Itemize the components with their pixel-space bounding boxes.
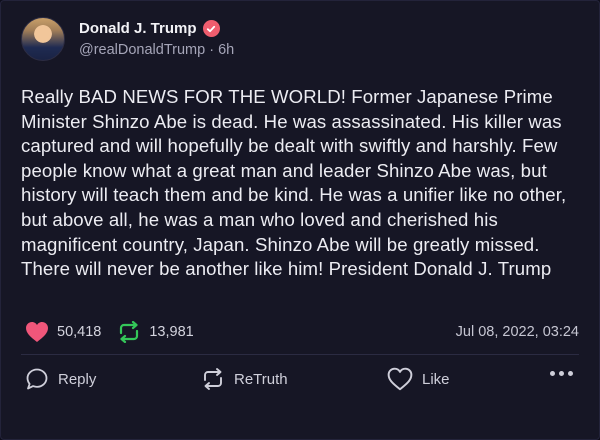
post-timestamp[interactable]: Jul 08, 2022, 03:24 bbox=[456, 324, 579, 340]
retruth-button[interactable]: ReTruth bbox=[201, 367, 288, 391]
heart-icon bbox=[26, 322, 48, 342]
speech-bubble-icon bbox=[26, 368, 48, 390]
more-options-button[interactable] bbox=[550, 371, 573, 376]
like-count-stat[interactable]: 50,418 bbox=[25, 321, 101, 343]
separator-dot: · bbox=[209, 42, 219, 58]
author-display-name[interactable]: Donald J. Trump bbox=[79, 20, 197, 37]
verified-badge-icon bbox=[202, 20, 220, 37]
action-bar: Reply ReTruth Like bbox=[25, 367, 579, 397]
post-text: Really BAD NEWS FOR THE WORLD! Former Ja… bbox=[21, 86, 567, 280]
post-card: Donald J. Trump @realDonaldTrump · 6h Re… bbox=[0, 0, 600, 440]
author-name-row: Donald J. Trump bbox=[79, 20, 234, 37]
retruth-icon bbox=[204, 368, 222, 390]
ellipsis-icon-dot bbox=[559, 371, 564, 376]
heart-outline-icon bbox=[387, 367, 413, 391]
retruth-icon bbox=[120, 321, 139, 343]
author-info: Donald J. Trump @realDonaldTrump · 6h bbox=[79, 20, 234, 58]
post-age: 6h bbox=[218, 42, 235, 58]
ellipsis-icon-dot bbox=[568, 371, 573, 376]
avatar[interactable] bbox=[21, 17, 65, 61]
like-count: 50,418 bbox=[57, 324, 102, 340]
retruth-count-stat[interactable]: 13,981 bbox=[117, 321, 194, 343]
like-button[interactable]: Like bbox=[387, 367, 450, 391]
author-handle-row: @realDonaldTrump · 6h bbox=[79, 42, 234, 58]
ellipsis-icon-dot bbox=[550, 371, 555, 376]
reply-button[interactable]: Reply bbox=[25, 367, 96, 391]
divider bbox=[21, 354, 579, 355]
post-stats: 50,418 13,981 Jul 08, 2022, 03:24 bbox=[25, 317, 579, 347]
like-label: Like bbox=[422, 370, 450, 388]
post-header: Donald J. Trump @realDonaldTrump · 6h bbox=[21, 17, 234, 61]
author-handle[interactable]: @realDonaldTrump bbox=[79, 42, 205, 58]
retruth-count: 13,981 bbox=[149, 324, 194, 340]
reply-label: Reply bbox=[58, 370, 97, 388]
retruth-label: ReTruth bbox=[234, 370, 288, 388]
